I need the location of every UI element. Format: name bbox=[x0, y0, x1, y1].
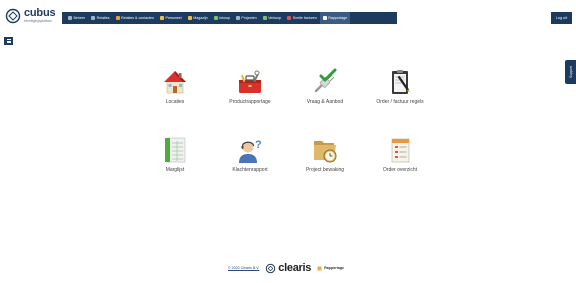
tile-marglijst[interactable]: Marglijst bbox=[135, 134, 215, 174]
tile-label: Marglijst bbox=[165, 167, 185, 173]
report-icon bbox=[322, 16, 327, 20]
hamburger-icon-bar bbox=[6, 38, 11, 40]
contacts-icon bbox=[115, 16, 120, 20]
folder-clock-icon bbox=[314, 141, 337, 163]
nav-item-beheer[interactable]: Beheer bbox=[65, 12, 88, 24]
nav-item-rapportage[interactable]: Rapportage bbox=[319, 12, 351, 24]
breadcrumb: Rapportage bbox=[317, 266, 344, 271]
invoice-icon bbox=[287, 16, 292, 20]
tile-label: Productrapportage bbox=[229, 99, 271, 105]
copyright-link[interactable]: © 2020 Clearis B.V. bbox=[228, 266, 259, 270]
report-icon bbox=[317, 266, 322, 270]
tile-locaties[interactable]: Locaties bbox=[135, 66, 215, 106]
document-list-icon bbox=[391, 138, 410, 163]
tile-label: Order overzicht bbox=[382, 167, 418, 173]
clearis-brand: clearis bbox=[265, 262, 311, 274]
nav-item-label: Relaties & contacten bbox=[121, 16, 155, 20]
check-plug-icon bbox=[314, 68, 337, 93]
staff-icon bbox=[160, 16, 165, 20]
hamburger-icon-bar bbox=[6, 40, 11, 42]
main-navbar: Beheer Relaties Relaties & contacten Per… bbox=[62, 12, 397, 24]
nav-item-relaties-contacten[interactable]: Relaties & contacten bbox=[113, 12, 157, 24]
tile-label: Vraag & Aanbod bbox=[306, 99, 344, 105]
gear-icon bbox=[68, 16, 72, 20]
tile-project-bewaking[interactable]: Project bewaking bbox=[285, 134, 365, 174]
tile-productrapportage[interactable]: Productrapportage bbox=[210, 66, 290, 106]
nav-item-personeel[interactable]: Personeel bbox=[157, 12, 185, 24]
clipboard-pen-icon bbox=[392, 70, 410, 94]
tile-order-overzicht[interactable]: Order overzicht bbox=[360, 134, 440, 174]
tile-vraag-aanbod[interactable]: Vraag & Aanbod bbox=[285, 66, 365, 106]
nav-item-label: Snelle facturen bbox=[292, 16, 317, 20]
purchase-icon bbox=[213, 16, 218, 20]
tile-label: Order / factuur regels bbox=[376, 99, 424, 105]
tile-label: Locaties bbox=[165, 99, 185, 105]
people-icon bbox=[91, 16, 96, 20]
logo-subtitle: beveiligingsplatform bbox=[24, 19, 53, 24]
footer: © 2020 Clearis B.V. clearis Rapportage bbox=[228, 262, 344, 274]
breadcrumb-current: Rapportage bbox=[324, 266, 345, 270]
hamburger-icon-bar bbox=[6, 42, 11, 44]
tile-klachtenrapport[interactable]: ? Klachtenrapport bbox=[210, 134, 290, 174]
nav-item-verkoop[interactable]: Verkoop bbox=[260, 12, 285, 24]
nav-item-label: Relaties bbox=[96, 16, 110, 20]
menu-toggle-button[interactable] bbox=[4, 37, 13, 45]
nav-item-label: Magazijn bbox=[193, 16, 208, 20]
ledger-icon bbox=[165, 137, 186, 163]
house-icon bbox=[164, 71, 186, 94]
nav-item-label: Verkoop bbox=[268, 16, 282, 20]
support-tab[interactable]: Support bbox=[565, 60, 576, 84]
nav-item-projecten[interactable]: Projecten bbox=[233, 12, 260, 24]
nav-item-inkoop[interactable]: Inkoop bbox=[211, 12, 233, 24]
logout-button[interactable]: Log uit bbox=[551, 12, 572, 24]
nav-item-magazijn[interactable]: Magazijn bbox=[185, 12, 211, 24]
support-person-icon: ? bbox=[239, 139, 262, 163]
nav-item-relaties[interactable]: Relaties bbox=[88, 12, 112, 24]
nav-item-label: Beheer bbox=[73, 16, 86, 20]
projects-icon bbox=[235, 16, 240, 20]
sales-icon bbox=[262, 16, 267, 20]
nav-item-label: Personeel bbox=[165, 16, 182, 20]
warehouse-icon bbox=[187, 16, 192, 20]
svg-text:?: ? bbox=[255, 139, 262, 151]
toolbox-icon bbox=[239, 70, 261, 93]
clearis-brand-name: clearis bbox=[278, 262, 312, 274]
nav-item-snelle-facturen[interactable]: Snelle facturen bbox=[284, 12, 319, 24]
cubus-logo-icon bbox=[5, 8, 21, 24]
clearis-logo-icon bbox=[266, 263, 276, 273]
tile-order-factuur-regels[interactable]: Order / factuur regels bbox=[360, 66, 440, 106]
tile-label: Klachtenrapport bbox=[232, 167, 268, 173]
nav-item-label: Inkoop bbox=[219, 16, 230, 20]
support-tab-label: Support bbox=[568, 66, 573, 78]
tile-label: Project bewaking bbox=[305, 167, 345, 173]
nav-item-label: Projecten bbox=[241, 16, 257, 20]
logo-name: cubus bbox=[24, 7, 56, 20]
nav-item-label: Rapportage bbox=[328, 16, 348, 20]
app-logo[interactable]: cubus beveiligingsplatform bbox=[5, 7, 56, 24]
